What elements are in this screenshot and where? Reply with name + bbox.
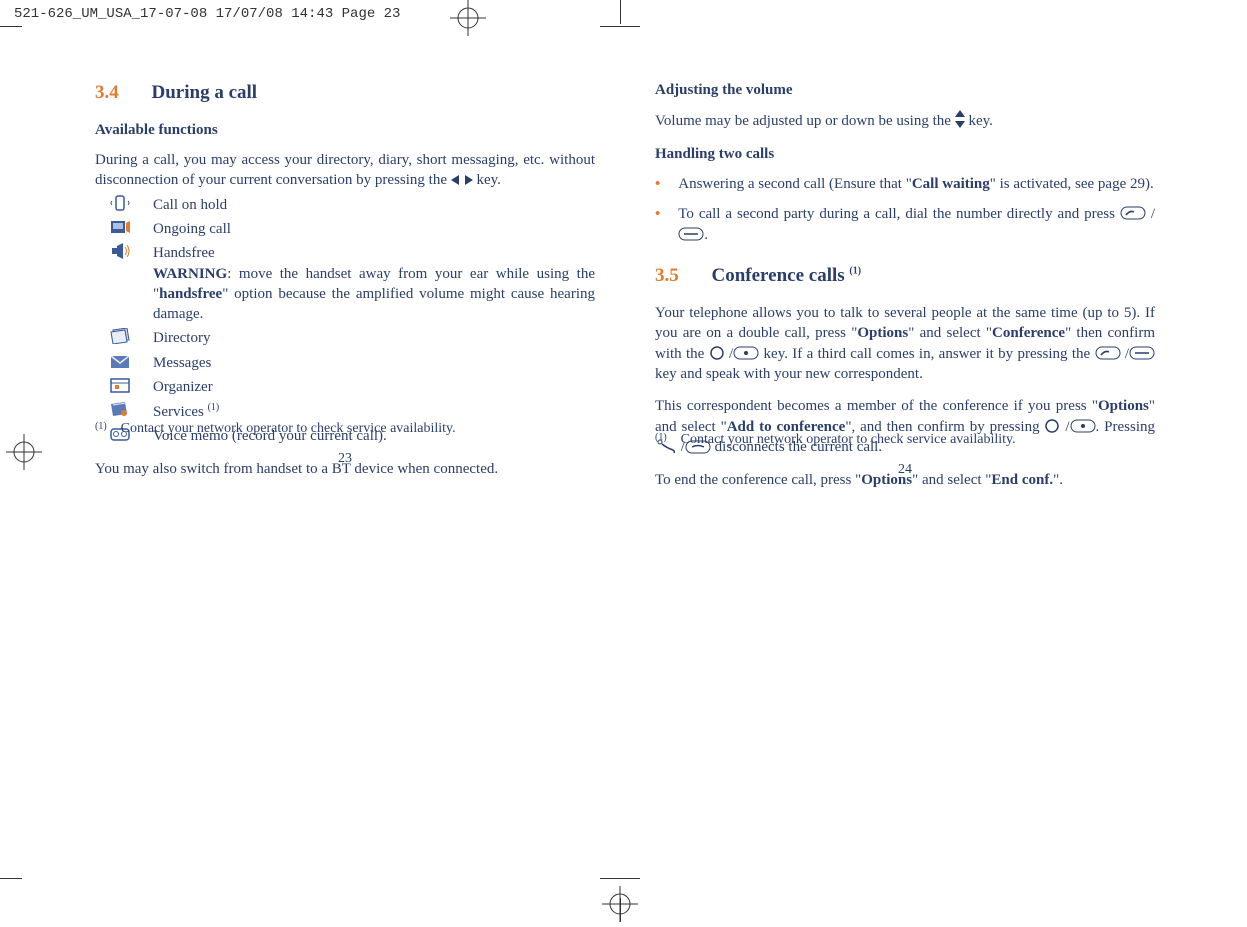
list-item: • To call a second party during a call, …: [655, 204, 1155, 245]
text-fragment: Answering a second call (Ensure that ": [678, 176, 912, 192]
registration-mark-icon: [450, 0, 486, 36]
text-fragment: Call waiting: [912, 176, 990, 192]
text-fragment: Volume may be adjusted up or down be usi…: [655, 113, 955, 129]
item-text: Answering a second call (Ensure that "Ca…: [678, 174, 1153, 194]
list-item: Directory: [109, 328, 595, 348]
body-text: During a call, you may access your direc…: [95, 150, 595, 191]
item-label: Directory: [153, 328, 595, 348]
accept-key-flat-icon: [1129, 344, 1155, 364]
page-number: 24: [655, 461, 1155, 480]
section-title: Conference calls (1): [712, 265, 862, 286]
print-header: 521-626_UM_USA_17-07-08 17/07/08 14:43 P…: [14, 6, 400, 22]
confirm-key-oval-icon: [733, 344, 759, 364]
text-fragment: " is activated, see page 29).: [990, 176, 1154, 192]
list-item: Call on hold: [109, 195, 595, 215]
confirm-key-oval-icon: [1070, 417, 1096, 437]
section-number: 3.5: [655, 265, 679, 286]
registration-mark-icon: [6, 434, 42, 470]
text-fragment: " and select ": [908, 325, 992, 341]
section-title: During a call: [152, 82, 258, 103]
list-item: • Answering a second call (Ensure that "…: [655, 174, 1155, 194]
crop-mark: [600, 878, 640, 879]
section-number: 3.4: [95, 82, 119, 103]
footnote: (1) Contact your network operator to che…: [95, 420, 456, 439]
list-item: Messages: [109, 353, 595, 373]
text-fragment: Handsfree: [153, 245, 215, 261]
accept-key-flat-icon: [678, 225, 704, 245]
volume-arrows-icon: [955, 113, 969, 129]
footnote-marker: (1): [655, 431, 667, 450]
crop-mark: [0, 878, 22, 879]
crop-mark: [620, 0, 621, 24]
footnote-ref: (1): [849, 266, 861, 277]
text-fragment: Conference: [992, 325, 1065, 341]
text-fragment: .: [704, 227, 708, 243]
confirm-key-icon: [1044, 419, 1060, 435]
text-fragment: handsfree: [159, 286, 222, 302]
footnote-text: Contact your network operator to check s…: [681, 431, 1016, 450]
footnote-ref: (1): [208, 402, 220, 413]
bullet-icon: •: [655, 174, 660, 194]
text-fragment: key.: [968, 113, 992, 129]
organizer-icon: [109, 377, 135, 397]
footnote: (1) Contact your network operator to che…: [655, 431, 1016, 450]
bullet-icon: •: [655, 204, 660, 245]
accept-key-icon: [1095, 344, 1121, 364]
handsfree-icon: [109, 243, 135, 324]
ongoing-call-icon: [109, 219, 135, 239]
crop-mark: [600, 26, 640, 27]
directory-icon: [109, 328, 135, 348]
item-text: To call a second party during a call, di…: [678, 204, 1155, 245]
list-item: Organizer: [109, 377, 595, 397]
text-fragment: Conference calls: [712, 265, 850, 286]
messages-icon: [109, 353, 135, 373]
sub-heading: Available functions: [95, 120, 595, 140]
list-item: Handsfree WARNING: move the handset away…: [109, 243, 595, 324]
footnote-marker: (1): [95, 420, 107, 439]
text-fragment: key and speak with your new corresponden…: [655, 366, 923, 382]
text-fragment: During a call, you may access your direc…: [95, 152, 595, 188]
item-label: Handsfree WARNING: move the handset away…: [153, 243, 595, 324]
text-fragment: Options: [857, 325, 908, 341]
page-number: 23: [95, 450, 595, 469]
section-heading: 3.5 Conference calls (1): [655, 263, 1155, 289]
item-label: Call on hold: [153, 195, 595, 215]
sub-heading: Handling two calls: [655, 144, 1155, 164]
registration-mark-icon: [602, 886, 638, 922]
confirm-key-icon: [709, 346, 725, 362]
text-fragment: This correspondent becomes a member of t…: [655, 398, 1098, 414]
footnote-text: Contact your network operator to check s…: [121, 420, 456, 439]
page-left: 3.4 During a call Available functions Du…: [95, 80, 595, 483]
accept-key-icon: [1120, 204, 1146, 224]
text-fragment: WARNING: [153, 266, 227, 282]
body-text: Your telephone allows you to talk to sev…: [655, 303, 1155, 384]
body-text: Volume may be adjusted up or down be usi…: [655, 110, 1155, 131]
text-fragment: . Pressing: [1096, 419, 1155, 435]
text-fragment: To call a second party during a call, di…: [678, 206, 1120, 222]
text-fragment: Options: [1098, 398, 1149, 414]
text-fragment: key.: [477, 172, 501, 188]
item-label: Ongoing call: [153, 219, 595, 239]
section-heading: 3.4 During a call: [95, 80, 595, 106]
page-right: Adjusting the volume Volume may be adjus…: [655, 80, 1155, 494]
call-hold-icon: [109, 195, 135, 215]
list-item: Ongoing call: [109, 219, 595, 239]
text-fragment: key. If a third call comes in, answer it…: [764, 346, 1095, 362]
nav-arrows-icon: [451, 171, 473, 191]
item-label: Organizer: [153, 377, 595, 397]
sub-heading: Adjusting the volume: [655, 80, 1155, 100]
item-label: Messages: [153, 353, 595, 373]
crop-mark: [0, 26, 22, 27]
text-fragment: Services: [153, 404, 208, 420]
